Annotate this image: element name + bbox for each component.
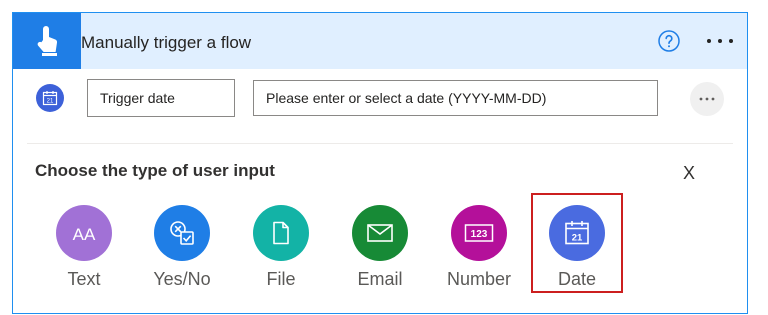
input-type-yes-no[interactable]: Yes/No [140, 201, 224, 296]
input-type-label: Yes/No [153, 269, 211, 289]
input-type-label: Number [446, 269, 512, 289]
input-type-number[interactable]: 123 Number [437, 201, 521, 296]
file-icon [253, 205, 309, 261]
ellipsis-icon[interactable] [690, 82, 724, 116]
card-header[interactable]: Manually trigger a flow [13, 13, 747, 69]
input-type-text[interactable]: AA Text [42, 201, 126, 296]
input-row: 21 Trigger date Please enter or select a… [13, 69, 747, 143]
touch-trigger-icon [13, 13, 81, 69]
svg-text:AA: AA [73, 225, 96, 244]
number-icon: 123 [451, 205, 507, 261]
calendar-icon: 21 [36, 84, 64, 112]
close-button[interactable]: X [683, 163, 695, 184]
svg-text:123: 123 [471, 229, 488, 240]
input-name-field[interactable]: Trigger date [87, 79, 235, 117]
trigger-card: Manually trigger a flow 21 Trigger date … [12, 12, 748, 314]
email-icon [352, 205, 408, 261]
help-icon[interactable] [657, 29, 681, 53]
more-options-icon[interactable] [703, 31, 737, 51]
input-type-label: Email [357, 269, 403, 289]
input-type-email[interactable]: Email [338, 201, 422, 296]
svg-text:21: 21 [47, 99, 54, 105]
yes-no-icon [154, 205, 210, 261]
input-type-label: File [266, 269, 296, 289]
chooser-title: Choose the type of user input [35, 161, 275, 180]
date-selection-highlight [531, 193, 623, 293]
input-type-file[interactable]: File [239, 201, 323, 296]
input-type-label: Text [67, 269, 101, 289]
text-icon: AA [56, 205, 112, 261]
date-input-field[interactable]: Please enter or select a date (YYYY-MM-D… [253, 80, 658, 116]
divider [27, 143, 733, 144]
card-title: Manually trigger a flow [81, 33, 252, 52]
